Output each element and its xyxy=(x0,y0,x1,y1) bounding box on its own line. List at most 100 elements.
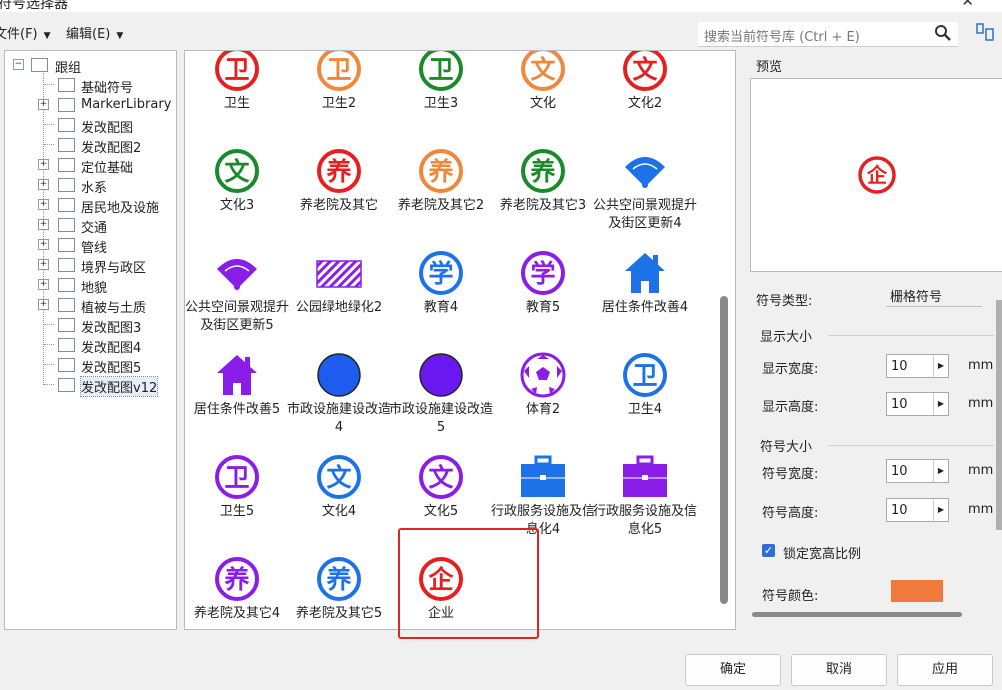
tree-item[interactable]: + 管线 xyxy=(38,235,176,256)
symbol-width-stepper[interactable]: 10 ▶ xyxy=(886,459,949,483)
symbol-cell[interactable]: 学教育4 xyxy=(389,249,493,317)
search-input[interactable]: 搜索当前符号库 (Ctrl + E) xyxy=(704,26,860,45)
svg-text:文: 文 xyxy=(428,463,454,492)
symbol-cell[interactable]: 文文化5 xyxy=(389,453,493,521)
symbol-cell[interactable]: 文文化4 xyxy=(287,453,391,521)
expand-icon[interactable]: + xyxy=(38,219,49,230)
close-icon[interactable]: ✕ xyxy=(961,0,974,10)
expand-icon[interactable]: + xyxy=(38,159,49,170)
symbol-cell[interactable]: 公共空间景观提升及街区更新4 xyxy=(593,147,697,233)
symbol-height-stepper[interactable]: 10 ▶ xyxy=(886,498,949,522)
tree-item-label: 发改配图3 xyxy=(81,321,142,336)
symbol-cell[interactable]: 养养老院及其它3 xyxy=(491,147,595,215)
symbol-height-value[interactable]: 10 xyxy=(891,503,908,518)
tree-item[interactable]: + 地貌 xyxy=(38,275,176,296)
tree-item[interactable]: + 居民地及设施 xyxy=(38,195,176,216)
expand-icon[interactable]: + xyxy=(38,199,49,210)
symbol-cell[interactable]: 体育2 xyxy=(491,351,595,419)
stepper-arrow-icon[interactable]: ▶ xyxy=(933,460,948,482)
tree-item[interactable]: + 交通 xyxy=(38,215,176,236)
symbol-cell[interactable]: 居住条件改善4 xyxy=(593,249,697,317)
unit-label: mm xyxy=(968,502,994,517)
expand-icon[interactable]: + xyxy=(38,299,49,310)
symbol-cell[interactable]: 行政服务设施及信息化5 xyxy=(593,453,697,539)
symbol-color-swatch[interactable] xyxy=(891,580,943,602)
symbol-icon: 卫 xyxy=(215,51,259,91)
display-height-stepper[interactable]: 10 ▶ xyxy=(886,392,949,416)
symbol-cell[interactable]: 行政服务设施及信息化4 xyxy=(491,453,595,539)
symbol-cell[interactable]: 卫卫生2 xyxy=(287,51,391,113)
svg-text:企: 企 xyxy=(866,163,888,187)
symbol-icon: 养 xyxy=(215,557,259,601)
symbol-cell[interactable]: 市政设施建设改造4 xyxy=(287,351,391,437)
symbol-cell[interactable]: 养养老院及其它5 xyxy=(287,555,391,623)
symbol-cell[interactable]: 居住条件改善5 xyxy=(185,351,289,419)
ok-button[interactable]: 确定 xyxy=(685,654,781,686)
symbol-cell[interactable]: 文文化3 xyxy=(185,147,289,215)
lock-ratio-checkbox[interactable]: ✓ xyxy=(762,544,775,557)
display-height-value[interactable]: 10 xyxy=(891,397,908,412)
expand-icon[interactable]: + xyxy=(38,259,49,270)
fan-icon xyxy=(217,259,257,290)
preview-box: 企 xyxy=(750,78,1002,272)
symbol-label: 卫生3 xyxy=(423,96,459,111)
stepper-arrow-icon[interactable]: ▶ xyxy=(933,355,948,377)
symbol-cell[interactable]: 卫卫生5 xyxy=(185,453,289,521)
symbol-label: 文化2 xyxy=(627,96,663,111)
symbol-size-group: 符号大小 xyxy=(760,440,813,455)
svg-text:文: 文 xyxy=(326,463,352,492)
tree-item[interactable]: 基础符号 xyxy=(38,75,176,96)
symbol-cell[interactable]: 公园绿地绿化2 xyxy=(287,249,391,317)
symbol-library-tree[interactable]: − 跟组 基础符号 + MarkerLibrary 发改配图 发改配图2 + 定位基础 + 水系 + 居… xyxy=(4,50,177,630)
tree-item-label: 水系 xyxy=(81,181,108,196)
symbol-label: 居住条件改善4 xyxy=(601,300,689,315)
expand-icon[interactable]: + xyxy=(38,99,49,110)
symbol-grid-scrollbar[interactable] xyxy=(720,296,728,604)
tree-item[interactable]: 发改配图3 xyxy=(38,315,176,336)
cancel-button[interactable]: 取消 xyxy=(791,654,887,686)
symbol-cell[interactable]: 文文化 xyxy=(491,51,595,113)
layout-toggle-icon[interactable] xyxy=(975,22,995,42)
display-width-stepper[interactable]: 10 ▶ xyxy=(886,354,949,378)
tree-item[interactable]: 发改配图4 xyxy=(38,335,176,356)
symbol-cell[interactable]: 文文化2 xyxy=(593,51,697,113)
search-icon[interactable] xyxy=(934,24,952,42)
tree-root-label: 跟组 xyxy=(55,61,82,76)
tree-item[interactable]: 发改配图 xyxy=(38,115,176,136)
tree-item[interactable]: + MarkerLibrary xyxy=(38,95,176,115)
menu-edit[interactable]: 编辑(E) ▼ xyxy=(66,23,123,42)
symbol-cell[interactable]: 卫卫生 xyxy=(185,51,289,113)
tree-item[interactable]: + 水系 xyxy=(38,175,176,196)
tree-item[interactable]: 发改配图v12 xyxy=(38,375,176,397)
symbol-cell[interactable]: 卫卫生3 xyxy=(389,51,493,113)
tree-item[interactable]: 发改配图5 xyxy=(38,355,176,376)
symbol-cell[interactable]: 学教育5 xyxy=(491,249,595,317)
tree-item[interactable]: + 定位基础 xyxy=(38,155,176,176)
properties-vscrollbar[interactable] xyxy=(996,300,1002,530)
symbol-cell[interactable]: 市政设施建设改造5 xyxy=(389,351,493,437)
soccer-ball-icon xyxy=(520,352,566,398)
stepper-arrow-icon[interactable]: ▶ xyxy=(933,499,948,521)
search-box[interactable]: 搜索当前符号库 (Ctrl + E) xyxy=(698,22,958,47)
symbol-cell[interactable]: 公共空间景观提升及街区更新5 xyxy=(185,249,289,335)
symbol-cell[interactable]: 养养老院及其它 xyxy=(287,147,391,215)
tree-item[interactable]: + 境界与政区 xyxy=(38,255,176,276)
tree-item[interactable]: + 植被与土质 xyxy=(38,295,176,316)
tree-item-label: 基础符号 xyxy=(81,81,134,96)
tree-item[interactable]: 发改配图2 xyxy=(38,135,176,156)
expand-icon[interactable]: + xyxy=(38,239,49,250)
properties-hscrollbar[interactable] xyxy=(752,612,962,617)
collapse-icon[interactable]: − xyxy=(13,59,24,70)
symbol-cell[interactable]: 养养老院及其它4 xyxy=(185,555,289,623)
symbol-width-value[interactable]: 10 xyxy=(891,464,908,479)
menu-file[interactable]: 文件(F) ▼ xyxy=(0,23,51,42)
symbol-cell[interactable]: 养养老院及其它2 xyxy=(389,147,493,215)
expand-icon[interactable]: + xyxy=(38,279,49,290)
symbol-cell[interactable]: 卫卫生4 xyxy=(593,351,697,419)
symbol-label: 教育5 xyxy=(525,300,561,315)
expand-icon[interactable]: + xyxy=(38,179,49,190)
display-width-value[interactable]: 10 xyxy=(891,359,908,374)
apply-button[interactable]: 应用 xyxy=(897,654,993,686)
tree-item-label: 居民地及设施 xyxy=(81,201,160,216)
stepper-arrow-icon[interactable]: ▶ xyxy=(933,393,948,415)
